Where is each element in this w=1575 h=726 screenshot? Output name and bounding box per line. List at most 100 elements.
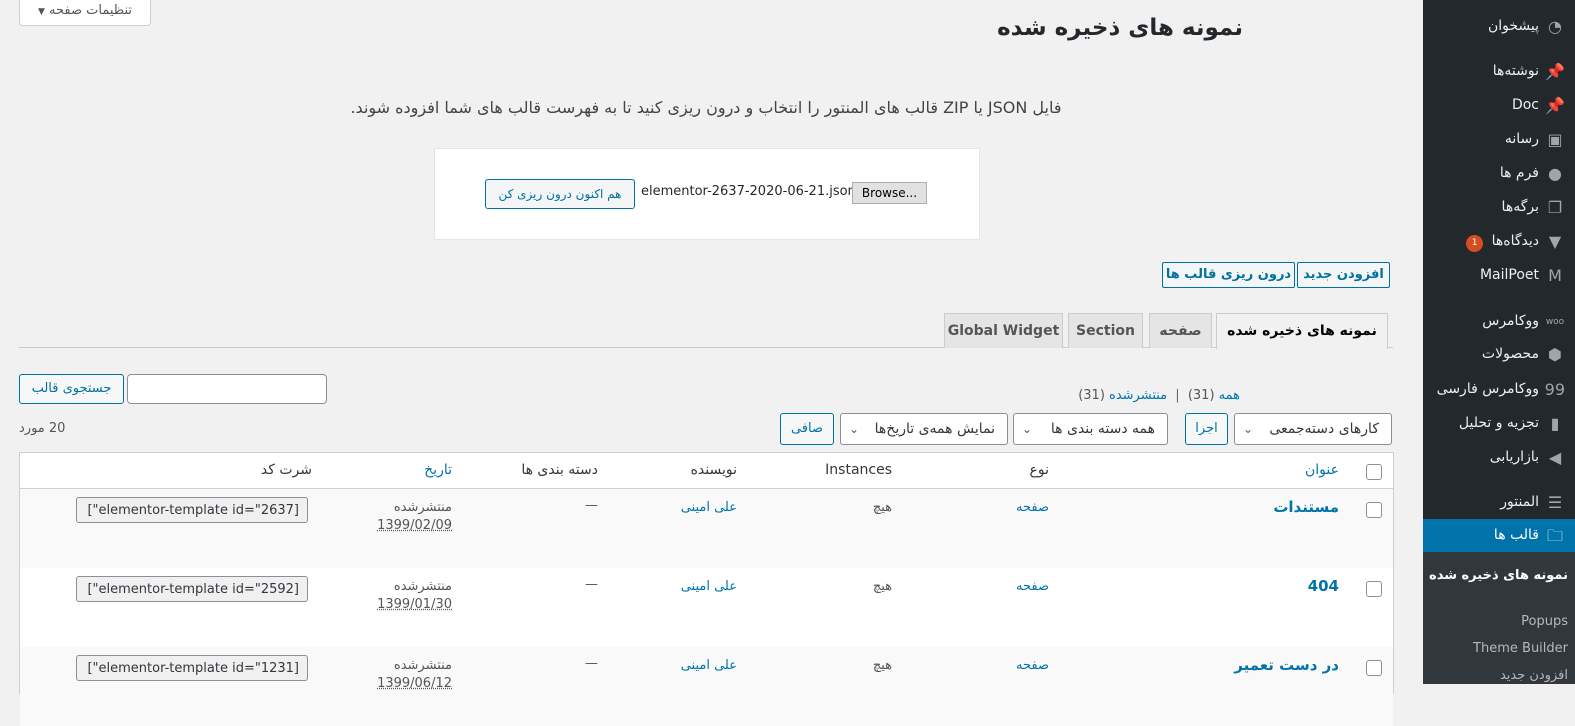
separator: | [1175,388,1180,403]
row-status: منتشرشده [393,500,452,515]
row-author-link[interactable]: علی امینی [681,579,737,594]
browse-button[interactable]: Browse... [852,182,927,204]
comments-count-badge: 1 [1466,235,1484,252]
status-filter-links: همه (31) | منتشرشده (31) [1078,388,1240,403]
add-new-button[interactable]: افزودن جدید [1297,262,1390,288]
filter-published-link[interactable]: منتشرشده (31) [1078,388,1167,403]
date-filter-select[interactable]: نمایش همه‌ی تاریخ‌ها ⌄ [840,413,1008,445]
woo-persian-icon: 99 [1544,380,1565,399]
admin-sidebar: ◔ پیشخوان 📌 نوشته‌ها 📌 Doc ▣ رسانه ● فرم… [1415,0,1575,684]
filter-button[interactable]: صافی [780,413,834,445]
sidebar-item-forms[interactable]: ● فرم ها [1423,157,1575,191]
tab-global-widget[interactable]: Global Widget [944,313,1063,348]
forms-icon: ● [1548,164,1562,183]
sidebar-item-label: فرم ها [1499,165,1539,181]
row-type-link[interactable]: صفحه [1016,500,1049,515]
shortcode-field[interactable]: [elementor-template id="2592"] [76,576,308,602]
marketing-icon: ◀ [1548,448,1562,467]
search-templates-button[interactable]: جستجوی قالب [19,374,124,404]
sidebar-item-comments[interactable]: ▼ دیدگاه‌ها 1 [1423,225,1575,259]
import-templates-button[interactable]: درون ریزی قالب ها [1162,262,1295,288]
table-row: مستندات صفحه هیچ علی امینی — منتشرشده 13… [20,489,1393,568]
submenu-theme-builder[interactable]: Theme Builder [1423,641,1575,656]
sidebar-item-analytics[interactable]: ▮ تجزیه و تحلیل [1423,407,1575,441]
bulk-actions-value: کارهای دسته‌جمعی [1269,421,1379,437]
submenu-saved-templates[interactable]: نمونه های ذخیره شده [1423,566,1575,586]
chevron-down-icon: ⌄ [849,422,860,436]
column-type: نوع [1029,462,1049,478]
sidebar-item-woocommerce[interactable]: woo ووکامرس [1423,305,1575,339]
chevron-down-icon: ⌄ [1022,422,1033,436]
row-title-link[interactable]: 404 [1308,577,1339,595]
column-instances: Instances [825,462,892,478]
table-row: 404 صفحه هیچ علی امینی — منتشرشده 1399/0… [20,568,1393,647]
mailpoet-icon: M [1548,266,1562,285]
sidebar-item-label: برگه‌ها [1501,199,1539,215]
row-categories: — [585,498,598,513]
row-checkbox[interactable] [1366,581,1382,597]
row-status: منتشرشده [393,658,452,673]
row-author-link[interactable]: علی امینی [681,658,737,673]
sidebar-item-marketing[interactable]: ◀ بازاریابی [1423,441,1575,475]
tab-section[interactable]: Section [1068,313,1143,348]
apply-bulk-button[interactable]: اجرا [1185,413,1228,445]
category-filter-select[interactable]: همه دسته بندی ها ⌄ [1013,413,1168,445]
templates-table: عنوان نوع Instances نویسنده دسته بندی ها… [19,452,1394,726]
items-count: 20 مورد [19,421,66,436]
sidebar-item-products[interactable]: ⬢ محصولات [1423,338,1575,372]
row-checkbox[interactable] [1366,660,1382,676]
sidebar-item-woo-persian[interactable]: 99 ووکامرس فارسی [1423,373,1575,407]
submenu-add-new[interactable]: افزودن جدید [1423,668,1575,683]
submenu-popups[interactable]: Popups [1423,614,1575,629]
shortcode-field[interactable]: [elementor-template id="1231"] [76,655,308,681]
screen-options-toggle[interactable]: تنظیمات صفحه ▼ [19,0,151,26]
import-now-button[interactable]: هم اکنون درون ریزی کن [485,179,635,209]
sidebar-item-label: ووکامرس فارسی [1436,381,1539,397]
column-shortcode: شرت کد [260,462,312,478]
sidebar-item-pages[interactable]: ❐ برگه‌ها [1423,191,1575,225]
filter-all-link[interactable]: همه (31) [1188,388,1240,403]
sidebar-item-label: قالب ها [1493,527,1539,543]
sidebar-item-dashboard[interactable]: ◔ پیشخوان [1423,10,1575,44]
sidebar-item-doc[interactable]: 📌 Doc [1423,89,1575,123]
row-type-link[interactable]: صفحه [1016,658,1049,673]
category-filter-value: همه دسته بندی ها [1050,421,1155,437]
sidebar-item-label: بازاریابی [1489,449,1539,465]
woo-icon: woo [1545,317,1565,327]
sidebar-item-media[interactable]: ▣ رسانه [1423,123,1575,157]
row-type-link[interactable]: صفحه [1016,579,1049,594]
sidebar-item-elementor[interactable]: ☰ المنتور [1423,486,1575,520]
selected-file-name: elementor-2637-2020-06-21.json [641,184,856,199]
row-status: منتشرشده [393,579,452,594]
row-title-link[interactable]: در دست تعمیر [1234,656,1339,674]
tab-page[interactable]: صفحه [1149,313,1212,348]
main-content: تنظیمات صفحه ▼ نمونه های ذخیره شده فایل … [0,0,1423,726]
import-form: هم اکنون درون ریزی کن elementor-2637-202… [434,148,980,240]
row-instances: هیچ [872,658,892,673]
row-date: 1399/01/30 [377,597,452,612]
sidebar-item-mailpoet[interactable]: M MailPoet [1423,259,1575,293]
row-author-link[interactable]: علی امینی [681,500,737,515]
sidebar-item-label: ووکامرس [1482,313,1539,329]
chevron-down-icon: ⌄ [1243,422,1254,436]
template-search-input[interactable] [127,374,327,404]
bulk-actions-select[interactable]: کارهای دسته‌جمعی ⌄ [1234,413,1392,445]
column-title[interactable]: عنوان [1305,462,1339,478]
sidebar-item-label: Doc [1511,97,1539,113]
row-instances: هیچ [872,500,892,515]
elementor-icon: ☰ [1547,493,1563,512]
pages-icon: ❐ [1547,198,1563,217]
row-categories: — [585,656,598,671]
row-categories: — [585,577,598,592]
column-date[interactable]: تاریخ [424,462,452,478]
row-instances: هیچ [872,579,892,594]
page-title: نمونه های ذخیره شده [997,15,1243,41]
row-title-link[interactable]: مستندات [1273,498,1339,516]
sidebar-item-templates[interactable]: 🗀 قالب ها [1415,519,1575,553]
sidebar-item-posts[interactable]: 📌 نوشته‌ها [1423,55,1575,89]
shortcode-field[interactable]: [elementor-template id="2637"] [76,497,308,523]
select-all-checkbox[interactable] [1366,464,1382,480]
row-checkbox[interactable] [1366,502,1382,518]
tab-saved-templates[interactable]: نمونه های ذخیره شده [1216,313,1388,349]
pin-icon: 📌 [1545,96,1565,115]
